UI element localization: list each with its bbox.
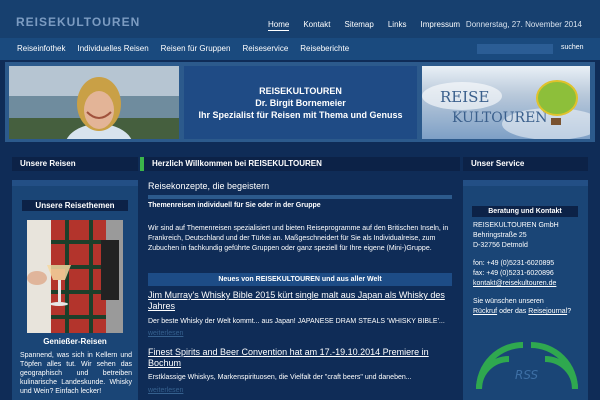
right-column: Beratung und Kontakt REISEKULTOUREN GmbH… xyxy=(463,180,588,400)
callback-end-text: ? xyxy=(567,308,572,315)
phone-number: fon: +49 (0)5231-6020895 xyxy=(473,260,555,267)
contact-title: Beratung und Kontakt xyxy=(472,206,578,217)
news-title-1[interactable]: Jim Murray's Whisky Bible 2015 kürt sing… xyxy=(148,290,452,312)
company-street: Behringstraße 25 xyxy=(473,232,527,239)
middle-column: Reisekonzepte, die begeistern Themenreis… xyxy=(140,180,460,400)
balloon-logo-image: REISE KULTOUREN xyxy=(422,66,590,139)
topnav-kontakt[interactable]: Kontakt xyxy=(303,20,330,31)
rss-icon[interactable]: RSS xyxy=(473,333,581,393)
search-input[interactable] xyxy=(477,44,553,54)
mainnav-individuelles-reisen[interactable]: Individuelles Reisen xyxy=(77,44,148,53)
mainnav-reisen-fuer-gruppen[interactable]: Reisen für Gruppen xyxy=(161,44,231,53)
banner-owner: Dr. Birgit Bornemeier xyxy=(255,98,346,108)
news-text-2: Erstklassige Whiskys, Markenspirituosen,… xyxy=(148,374,412,381)
topnav-impressum[interactable]: Impressum xyxy=(421,20,461,31)
news-readmore-1[interactable]: weiterlesen xyxy=(148,330,183,337)
middle-column-header: Herzlich Willkommen bei REISEKULTOUREN xyxy=(140,157,460,171)
callback-intro: Sie wünschen unseren xyxy=(473,298,544,305)
mainnav-reiseinfothek[interactable]: Reiseinfothek xyxy=(17,44,65,53)
themenreisen-heading: Themenreisen individuell für Sie oder in… xyxy=(148,202,321,209)
callback-mid-text: oder das xyxy=(497,308,529,315)
portrait-photo xyxy=(9,66,179,139)
kilt-whisky-image[interactable] xyxy=(27,220,123,333)
callback-line: Rückruf oder das Reisejournal? xyxy=(473,307,585,317)
company-name: REISEKULTOUREN GmbH xyxy=(473,222,559,229)
subheading: Reisekonzepte, die begeistern xyxy=(148,181,270,191)
rss-label: RSS xyxy=(515,368,539,382)
brand-logo[interactable]: REISEKULTOUREN xyxy=(16,15,140,29)
fax-number: fax: +49 (0)5231-6020896 xyxy=(473,270,554,277)
left-column-header: Unsere Reisen xyxy=(12,157,138,171)
topnav-home[interactable]: Home xyxy=(268,20,290,31)
reisejournal-link[interactable]: Reisejournal xyxy=(528,308,567,315)
left-column: Unsere Reisethemen Genießer-Reisen Spann… xyxy=(12,180,138,400)
search-button[interactable]: suchen xyxy=(561,44,584,51)
news-readmore-2[interactable]: weiterlesen xyxy=(148,387,183,394)
company-city: D-32756 Detmold xyxy=(473,242,528,249)
reisethemen-title: Unsere Reisethemen xyxy=(22,200,128,211)
top-nav: Home Kontakt Sitemap Links Impressum xyxy=(268,20,474,31)
geniesser-description: Spannend, was sich in Kellern und Töpfen… xyxy=(20,352,132,395)
banner-title: REISEKULTOUREN xyxy=(259,86,342,96)
geniesser-caption[interactable]: Genießer-Reisen xyxy=(24,337,126,346)
topnav-links[interactable]: Links xyxy=(388,20,407,31)
intro-paragraph: Wir sind auf Themenreisen spezialisiert … xyxy=(148,225,449,252)
email-link[interactable]: kontakt@reisekultouren.de xyxy=(473,280,556,287)
contact-info: REISEKULTOUREN GmbH Behringstraße 25 D-3… xyxy=(473,221,585,317)
news-header: Neues von REISEKULTOUREN und aus aller W… xyxy=(148,273,452,286)
current-date: Donnerstag, 27. November 2014 xyxy=(465,20,582,29)
news-text-1: Der beste Whisky der Welt kommt... aus J… xyxy=(148,318,445,325)
news-title-2[interactable]: Finest Spirits and Beer Convention hat a… xyxy=(148,347,452,369)
mainnav-reiseberichte[interactable]: Reiseberichte xyxy=(300,44,349,53)
top-bar: REISEKULTOUREN Home Kontakt Sitemap Link… xyxy=(0,0,600,38)
rueckruf-link[interactable]: Rückruf xyxy=(473,308,497,315)
banner-text-box: REISEKULTOUREN Dr. Birgit Bornemeier Ihr… xyxy=(184,66,417,139)
separator xyxy=(148,195,452,199)
right-column-header: Unser Service xyxy=(463,157,588,171)
topnav-sitemap[interactable]: Sitemap xyxy=(344,20,373,31)
banner-slogan: Ihr Spezialist für Reisen mit Thema und … xyxy=(198,110,403,120)
logo-text-reise: REISE xyxy=(440,88,489,106)
logo-text-kultouren: KULTOUREN xyxy=(452,110,548,126)
main-nav: Reiseinfothek Individuelles Reisen Reise… xyxy=(0,38,600,60)
mainnav-reiseservice[interactable]: Reiseservice xyxy=(242,44,288,53)
